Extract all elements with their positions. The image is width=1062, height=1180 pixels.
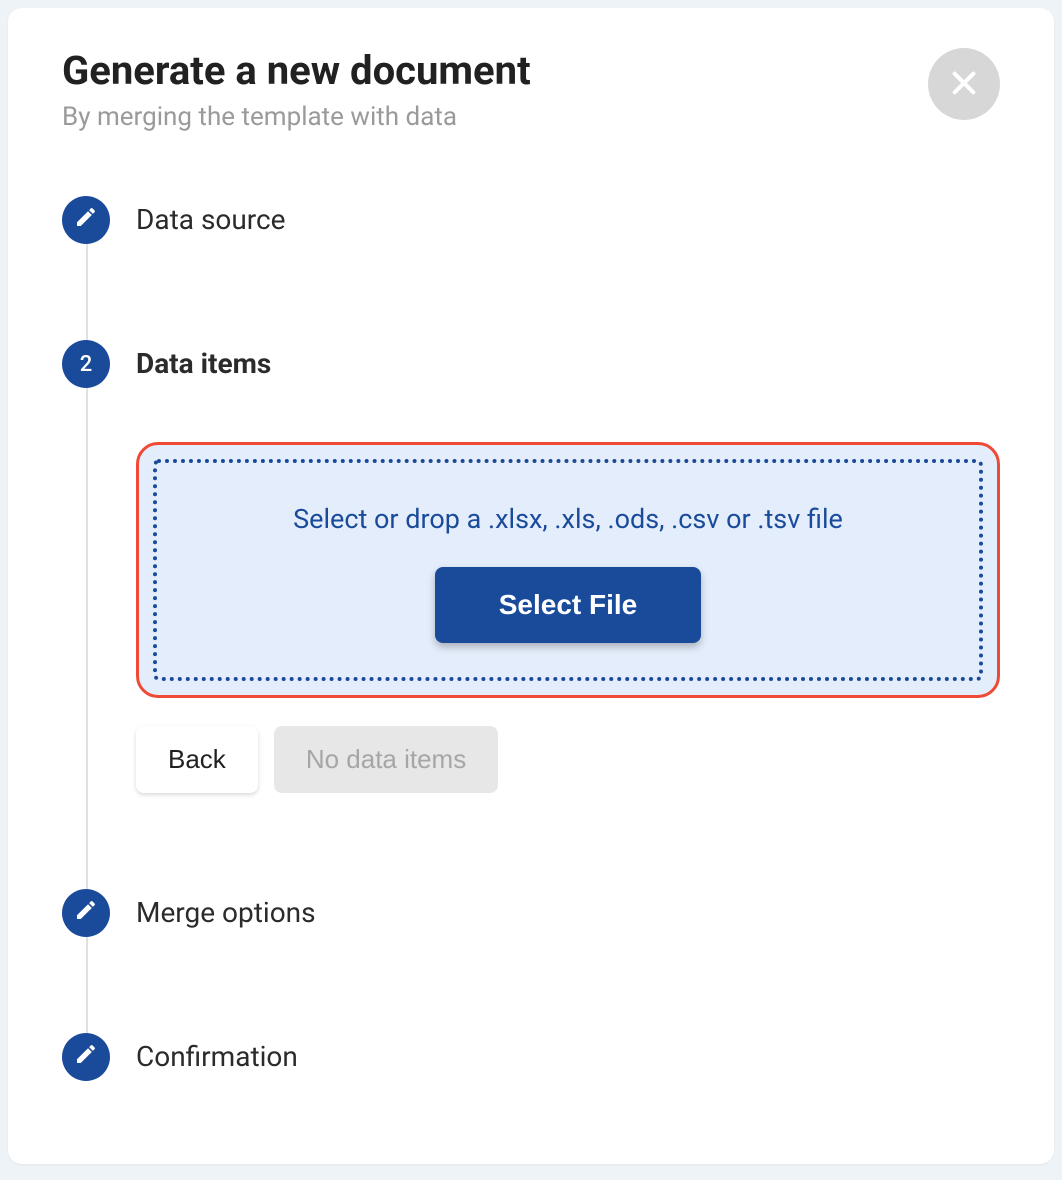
- stepper: Data source 2 Data items Select or drop …: [62, 196, 1000, 1081]
- pencil-icon: [74, 205, 98, 235]
- dialog-card: Generate a new document By merging the t…: [8, 8, 1054, 1164]
- dialog-title-block: Generate a new document By merging the t…: [62, 48, 531, 132]
- next-button-disabled: No data items: [274, 726, 498, 793]
- pencil-icon: [74, 898, 98, 928]
- dialog-title: Generate a new document: [62, 48, 531, 94]
- step-data-items[interactable]: 2 Data items: [62, 340, 1000, 388]
- back-button[interactable]: Back: [136, 726, 258, 793]
- step-connector: [86, 244, 88, 340]
- file-drop-inner: Select or drop a .xlsx, .xls, .ods, .csv…: [153, 459, 983, 681]
- step-label-2: Data items: [136, 347, 271, 380]
- step-badge-2: 2: [62, 340, 110, 388]
- step-badge-3: [62, 889, 110, 937]
- step-2-content: Select or drop a .xlsx, .xls, .ods, .csv…: [62, 442, 1000, 793]
- pencil-icon: [74, 1042, 98, 1072]
- step-label-4: Confirmation: [136, 1040, 298, 1073]
- file-drop-zone[interactable]: Select or drop a .xlsx, .xls, .ods, .csv…: [136, 442, 1000, 698]
- close-icon: [948, 67, 980, 102]
- step-connector: [86, 937, 88, 1033]
- step-badge-4: [62, 1033, 110, 1081]
- step-badge-1: [62, 196, 110, 244]
- drop-instruction: Select or drop a .xlsx, .xls, .ods, .csv…: [177, 503, 959, 535]
- dialog-header: Generate a new document By merging the t…: [62, 48, 1000, 132]
- step-data-source[interactable]: Data source: [62, 196, 1000, 244]
- step-confirmation[interactable]: Confirmation: [62, 1033, 1000, 1081]
- dialog-subtitle: By merging the template with data: [62, 102, 531, 132]
- select-file-button[interactable]: Select File: [435, 567, 702, 643]
- step-label-3: Merge options: [136, 896, 316, 929]
- step-merge-options[interactable]: Merge options: [62, 889, 1000, 937]
- step-actions: Back No data items: [136, 726, 1000, 793]
- close-button[interactable]: [928, 48, 1000, 120]
- step-label-1: Data source: [136, 203, 286, 236]
